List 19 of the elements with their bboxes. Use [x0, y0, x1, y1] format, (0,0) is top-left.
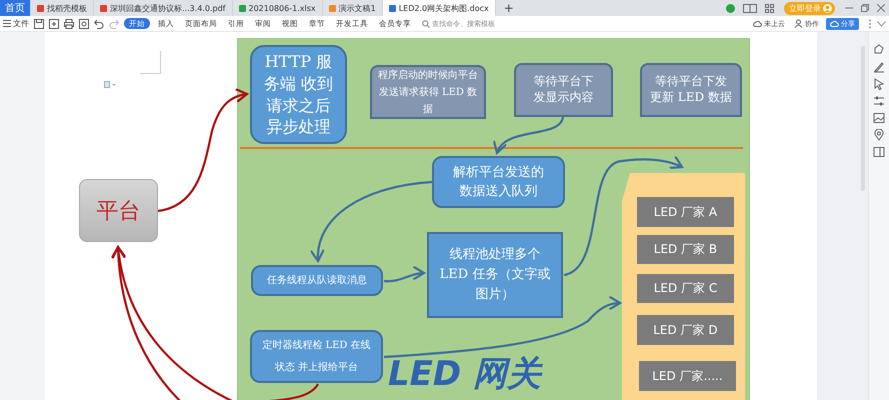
platform-node: 平台 [78, 179, 158, 242]
file-menu[interactable]: 文件 [3, 18, 29, 29]
diagram-node: 等待平台下发显示内容 [514, 63, 613, 117]
vendor-node: LED 厂家 D [636, 315, 734, 345]
document-tab[interactable]: LED2.0网关架构图.docx [382, 0, 496, 16]
diagram-node: 线程池处理多个 LED 任务（文字或图片） [426, 232, 563, 318]
vendor-node: LED 厂家 B [636, 235, 734, 264]
diagram-node: 任务线程从队读取消息 [250, 265, 383, 296]
new-tab-button[interactable]: + [496, 0, 522, 16]
diagram-node: 解析平台发送的数据送入队列 [432, 156, 565, 208]
diagram-node: 程序启动的时候向平台发送请求获得 LED 数据 [370, 65, 486, 119]
vendor-node: LED 厂家..... [638, 361, 736, 391]
vendor-node: LED 厂家 A [636, 197, 734, 227]
diagram-node: HTTP 服务端 收到请求之后异步处理 [250, 45, 347, 144]
vendor-node: LED 厂家 C [636, 274, 734, 303]
diagram-node: 等待平台下发更新 LED 数据 [640, 63, 742, 117]
diagram-title: LED 网关 [388, 357, 541, 391]
diagram-node: 定时器线程检 LED 在线状态 并上报给平台 [250, 330, 383, 383]
document-tab[interactable]: 首页 [0, 0, 31, 16]
